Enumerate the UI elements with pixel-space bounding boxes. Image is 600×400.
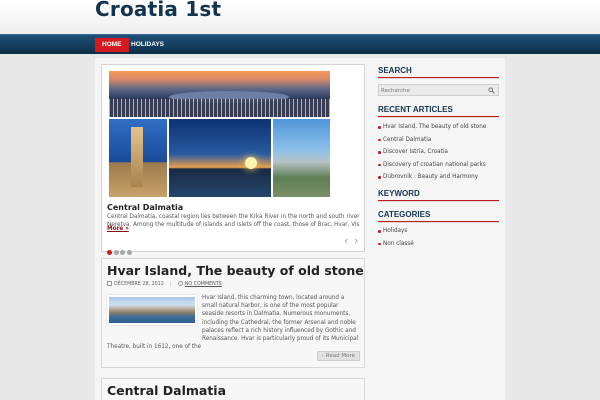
post-title[interactable]: Hvar Island, The beauty of old stone bbox=[107, 263, 364, 278]
site-header: Croatia 1st bbox=[0, 0, 600, 34]
search-box bbox=[378, 84, 499, 96]
search-input[interactable] bbox=[381, 86, 481, 95]
slider-dot-4[interactable] bbox=[126, 250, 132, 255]
site-title[interactable]: Croatia 1st bbox=[95, 0, 221, 21]
slider-dot-3[interactable] bbox=[120, 250, 125, 255]
search-widget-title: SEARCH bbox=[378, 66, 412, 75]
slide-image-church[interactable] bbox=[109, 119, 167, 197]
categories-list: Holidays Non classé bbox=[378, 225, 414, 250]
post-title[interactable]: Central Dalmatia bbox=[107, 383, 226, 398]
categories-widget-title: CATEGORIES bbox=[378, 210, 431, 219]
arrow-right-icon: › bbox=[321, 353, 324, 359]
post-date: DÉCEMBRE 28, 2012 bbox=[114, 282, 164, 287]
slider-dot-2[interactable] bbox=[113, 250, 119, 255]
post-card: Central Dalmatia bbox=[101, 378, 365, 400]
slide-image-sunset[interactable] bbox=[169, 119, 271, 197]
slide-title[interactable]: Central Dalmatia bbox=[107, 203, 183, 212]
recent-article-item[interactable]: Hvar Island, The beauty of old stone bbox=[378, 121, 486, 134]
slide-excerpt: Central Dalmatia, coastal region lies be… bbox=[107, 214, 360, 228]
slide-more-link[interactable]: More » bbox=[107, 226, 129, 232]
recent-article-item[interactable]: Dubrovnik : Beauty and Harmony bbox=[378, 171, 486, 184]
slide-image-coast[interactable] bbox=[273, 119, 330, 197]
nav-holidays[interactable]: HOLIDAYS bbox=[124, 38, 171, 52]
widget-divider bbox=[378, 221, 499, 223]
category-item[interactable]: Non classé bbox=[378, 238, 414, 251]
widget-divider bbox=[378, 77, 499, 79]
recent-article-item[interactable]: Discover Istria, Croatia bbox=[378, 146, 486, 159]
recent-articles-title: RECENT ARTICLES bbox=[378, 105, 453, 114]
main-nav: HOME HOLIDAYS bbox=[0, 34, 600, 54]
post-meta: DÉCEMBRE 28, 2012 | NO COMMENTS bbox=[107, 281, 222, 289]
slider-prev-icon[interactable]: ‹ bbox=[344, 235, 348, 246]
sidebar: SEARCH RECENT ARTICLES Hvar Island, The … bbox=[373, 64, 501, 400]
slider-dot-1[interactable] bbox=[107, 250, 112, 255]
post-comments-link[interactable]: NO COMMENTS bbox=[185, 282, 222, 287]
keyword-widget-title: KEYWORD bbox=[378, 189, 420, 198]
widget-divider bbox=[378, 200, 499, 202]
category-item[interactable]: Holidays bbox=[378, 225, 414, 238]
slider-next-icon[interactable]: › bbox=[354, 235, 358, 246]
comment-icon bbox=[177, 281, 183, 286]
post-excerpt: Hvar Island, this charming town, located… bbox=[107, 295, 359, 351]
slider-dots bbox=[107, 240, 133, 259]
read-more-button[interactable]: › Read More bbox=[316, 351, 360, 361]
recent-articles-list: Hvar Island, The beauty of old stone Cen… bbox=[378, 121, 486, 184]
post-card: Hvar Island, The beauty of old stone DÉC… bbox=[101, 258, 365, 368]
calendar-icon bbox=[107, 281, 112, 286]
search-icon[interactable] bbox=[488, 87, 495, 94]
featured-slider: Central Dalmatia Central Dalmatia, coast… bbox=[101, 64, 365, 255]
slide-image-panorama[interactable] bbox=[109, 71, 330, 117]
widget-divider bbox=[378, 116, 499, 118]
recent-article-item[interactable]: Central Dalmatia bbox=[378, 134, 486, 147]
recent-article-item[interactable]: Discovery of croatian national parks bbox=[378, 159, 486, 172]
